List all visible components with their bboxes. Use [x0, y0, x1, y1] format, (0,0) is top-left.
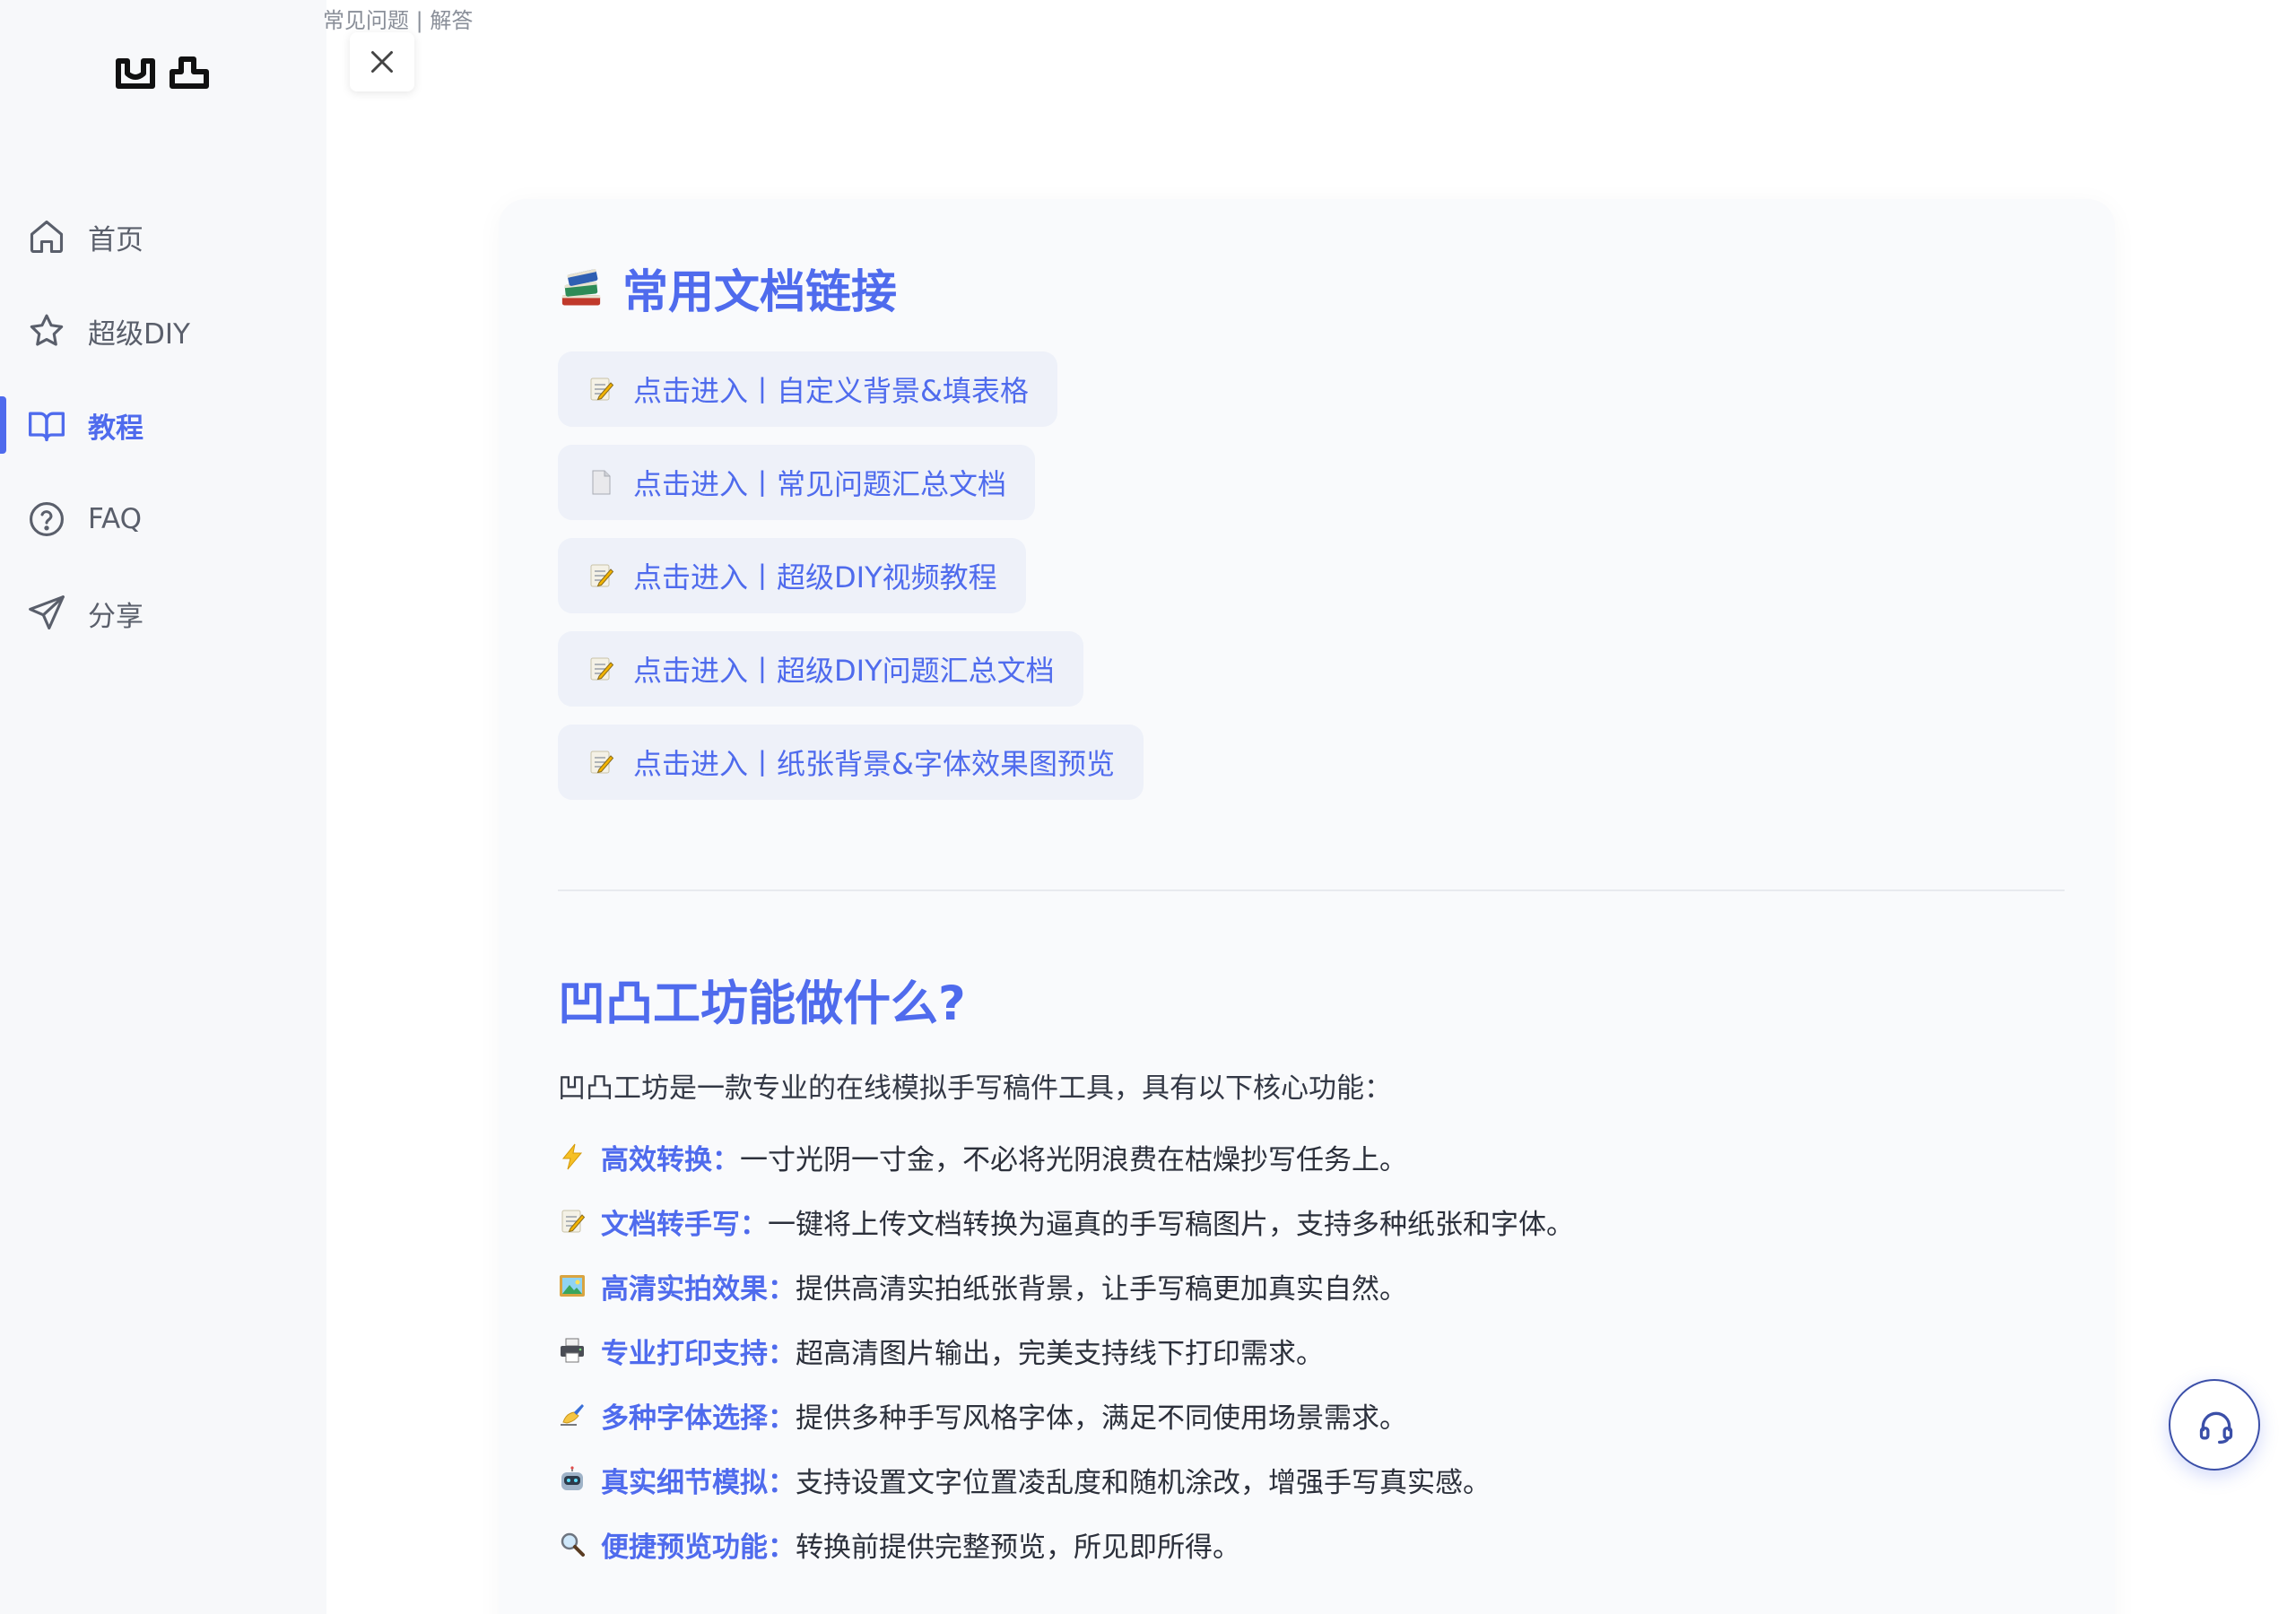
memo-icon: [587, 375, 615, 404]
books-icon: [558, 265, 604, 311]
faq-content-card: 常用文档链接 点击进入丨自定义背景&填表格 点击进入丨常见问题汇总文档 点击进入…: [499, 199, 2115, 1614]
doc-link-diy-video[interactable]: 点击进入丨超级DIY视频教程: [558, 538, 1026, 613]
printer-icon: [558, 1336, 587, 1365]
list-item: 便捷预览功能： 转换前提供完整预览，所见即所得。: [558, 1519, 1240, 1569]
sidebar-item-faq[interactable]: FAQ: [0, 490, 326, 548]
list-item: 专业打印支持： 超高清图片输出，完美支持线下打印需求。: [558, 1325, 1324, 1375]
star-icon: [27, 311, 66, 351]
robot-icon: [558, 1465, 587, 1494]
feature-name: 高效转换：: [601, 1143, 740, 1176]
close-icon: [371, 51, 393, 73]
doc-link-label: 点击进入丨超级DIY问题汇总文档: [633, 654, 1055, 688]
aotu-logo-icon[interactable]: [113, 52, 212, 95]
headset-icon: [2199, 1411, 2233, 1445]
docs-section-title: 常用文档链接: [558, 255, 897, 321]
about-heading: 凹凸工坊能做什么?: [558, 976, 966, 1031]
close-button[interactable]: [350, 32, 414, 91]
section-divider: [558, 889, 2065, 891]
doc-link-faq-summary[interactable]: 点击进入丨常见问题汇总文档: [558, 445, 1036, 520]
doc-link-diy-faq[interactable]: 点击进入丨超级DIY问题汇总文档: [558, 631, 1083, 707]
docs-title-text: 常用文档链接: [622, 266, 898, 319]
memo-icon: [587, 561, 615, 590]
feature-name: 高清实拍效果：: [601, 1272, 796, 1306]
sidebar-item-label: FAQ: [88, 503, 143, 535]
send-icon: [27, 594, 66, 633]
sidebar-item-label: 教程: [88, 412, 144, 445]
picture-icon: [558, 1271, 587, 1300]
sidebar-item-super-diy[interactable]: 超级DIY: [0, 302, 326, 360]
doc-link-label: 点击进入丨纸张背景&字体效果图预览: [633, 747, 1115, 781]
feature-name: 多种字体选择：: [601, 1401, 796, 1435]
memo-icon: [587, 655, 615, 683]
feature-name: 真实细节模拟：: [601, 1466, 796, 1499]
sidebar-item-home[interactable]: 首页: [0, 208, 326, 265]
doc-link-label: 点击进入丨超级DIY视频教程: [633, 560, 997, 594]
sidebar: 首页 超级DIY 教程 FAQ 分享: [0, 0, 326, 1614]
feature-desc: 转换前提供完整预览，所见即所得。: [796, 1531, 1240, 1564]
feature-desc: 支持设置文字位置凌乱度和随机涂改，增强手写真实感。: [796, 1466, 1491, 1499]
doc-link-custom-background[interactable]: 点击进入丨自定义背景&填表格: [558, 351, 1057, 427]
doc-link-label: 点击进入丨自定义背景&填表格: [633, 374, 1029, 408]
list-item: 文档转手写： 一键将上传文档转换为逼真的手写稿图片，支持多种纸张和字体。: [558, 1196, 1574, 1246]
sidebar-item-label: 超级DIY: [88, 317, 190, 351]
sidebar-nav: 首页 超级DIY 教程 FAQ 分享: [0, 208, 326, 679]
feature-name: 文档转手写：: [601, 1208, 768, 1241]
home-icon: [27, 217, 66, 256]
sidebar-item-label: 首页: [88, 223, 144, 256]
feature-desc: 提供高清实拍纸张背景，让手写稿更加真实自然。: [796, 1272, 1407, 1306]
doc-link-label: 点击进入丨常见问题汇总文档: [633, 467, 1007, 501]
magnifier-icon: [558, 1530, 587, 1558]
feature-desc: 一寸光阴一寸金，不必将光阴浪费在枯燥抄写任务上。: [740, 1143, 1407, 1176]
feature-desc: 超高清图片输出，完美支持线下打印需求。: [796, 1337, 1324, 1370]
list-item: 多种字体选择： 提供多种手写风格字体，满足不同使用场景需求。: [558, 1390, 1407, 1440]
list-item: 高效转换： 一寸光阴一寸金，不必将光阴浪费在枯燥抄写任务上。: [558, 1132, 1407, 1182]
page-icon: [587, 468, 615, 497]
sidebar-item-tutorial[interactable]: 教程: [0, 396, 326, 454]
customer-support-button[interactable]: [2169, 1379, 2260, 1471]
lightning-icon: [558, 1142, 587, 1171]
book-open-icon: [27, 405, 66, 445]
feature-name: 专业打印支持：: [601, 1337, 796, 1370]
about-intro: 凹凸工坊是一款专业的在线模拟手写稿件工具，具有以下核心功能：: [558, 1072, 1392, 1105]
list-item: 真实细节模拟： 支持设置文字位置凌乱度和随机涂改，增强手写真实感。: [558, 1454, 1491, 1505]
help-circle-icon: [27, 499, 66, 539]
feature-desc: 一键将上传文档转换为逼真的手写稿图片，支持多种纸张和字体。: [768, 1208, 1574, 1241]
drawer-title: 常见问题 | 解答: [323, 8, 474, 33]
sidebar-item-label: 分享: [88, 600, 144, 633]
doc-link-paper-preview[interactable]: 点击进入丨纸张背景&字体效果图预览: [558, 725, 1144, 800]
feature-desc: 提供多种手写风格字体，满足不同使用场景需求。: [796, 1401, 1407, 1435]
feature-name: 便捷预览功能：: [601, 1531, 796, 1564]
memo-icon: [558, 1207, 587, 1236]
list-item: 高清实拍效果： 提供高清实拍纸张背景，让手写稿更加真实自然。: [558, 1261, 1407, 1311]
memo-icon: [587, 748, 615, 777]
sidebar-item-share[interactable]: 分享: [0, 585, 326, 642]
active-indicator: [0, 396, 6, 454]
writing-hand-icon: [558, 1401, 587, 1429]
